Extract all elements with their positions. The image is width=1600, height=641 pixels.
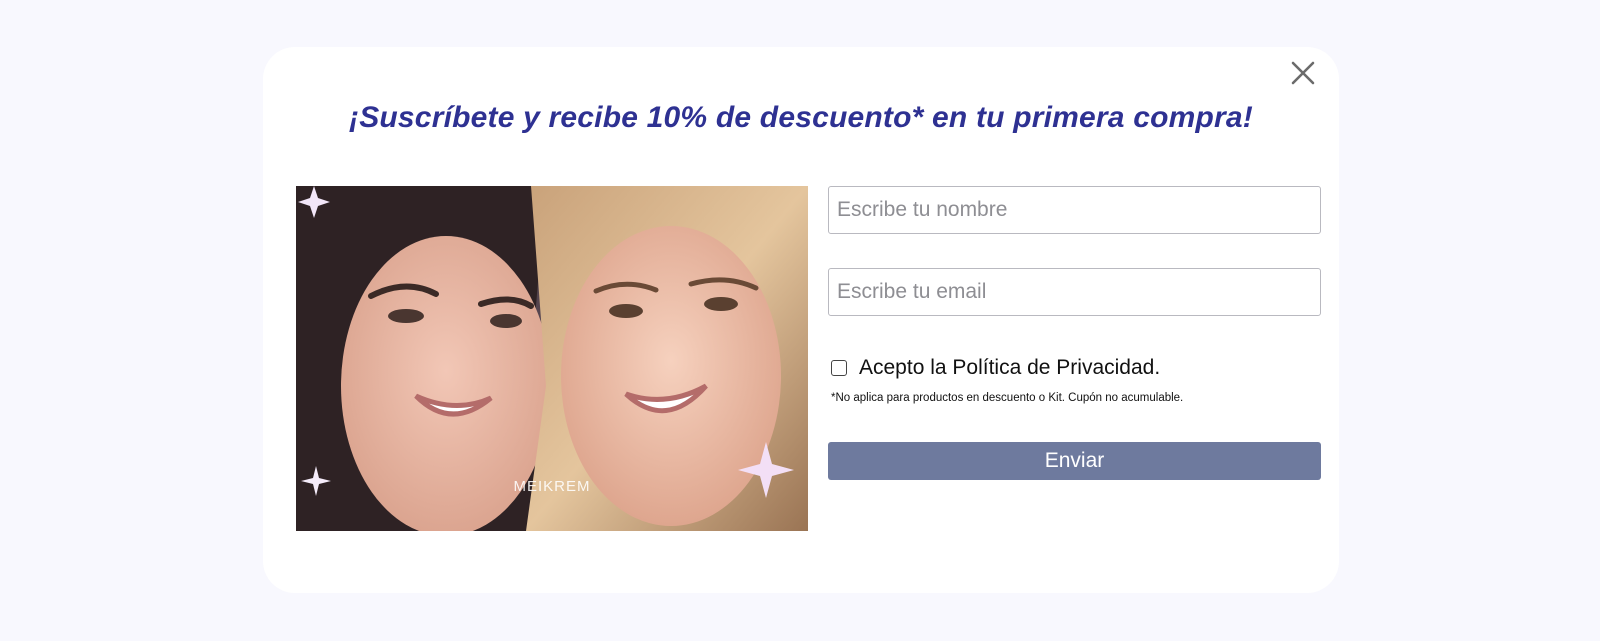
close-button[interactable] (1285, 55, 1321, 91)
submit-button[interactable]: Enviar (828, 442, 1321, 480)
privacy-checkbox[interactable] (831, 360, 847, 376)
privacy-consent-label: Acepto la Política de Privacidad. (859, 356, 1161, 379)
subscribe-popup: ¡Suscríbete y recibe 10% de descuento* e… (263, 47, 1339, 593)
name-input[interactable] (828, 186, 1321, 234)
close-icon (1291, 61, 1315, 85)
discount-disclaimer: *No aplica para productos en descuento o… (831, 392, 1184, 404)
promo-image: MEIKREM (296, 186, 808, 531)
brand-watermark: MEIKREM (513, 478, 591, 495)
privacy-consent: Acepto la Política de Privacidad. (831, 356, 1160, 380)
popup-headline: ¡Suscríbete y recibe 10% de descuento* e… (349, 101, 1253, 134)
email-input[interactable] (828, 268, 1321, 316)
